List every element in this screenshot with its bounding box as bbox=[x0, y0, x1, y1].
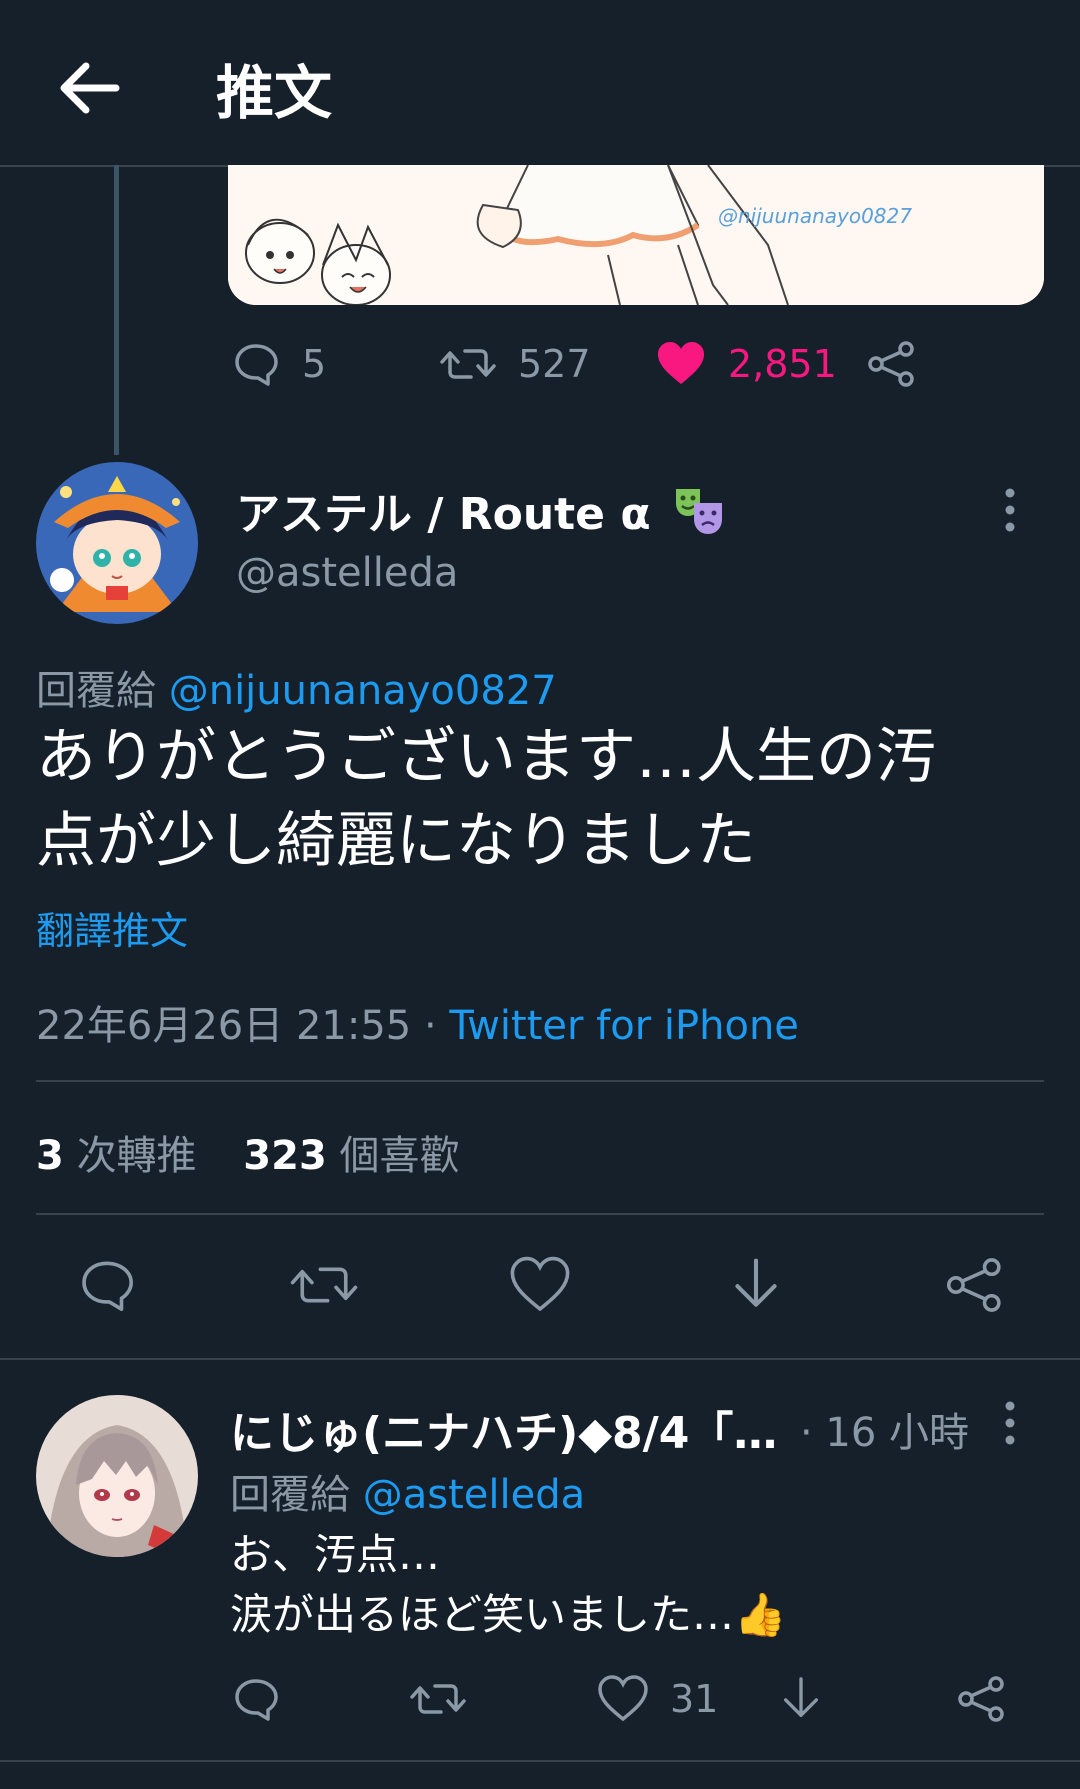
reply-tweet-text: お、汚点… 涙が出るほど笑いました…👍 bbox=[230, 1525, 786, 1645]
parent-share-button[interactable] bbox=[866, 340, 940, 388]
tweet-text-line: ありがとうございます…人生の汚 bbox=[36, 722, 936, 792]
back-button[interactable] bbox=[50, 48, 130, 128]
reply-to-label: 回覆給 bbox=[36, 668, 156, 714]
like-label: 個喜歡 bbox=[339, 1133, 460, 1179]
reply-button[interactable] bbox=[78, 1256, 136, 1318]
tweet-metadata: 22年6月26日 21:55 · Twitter for iPhone bbox=[36, 993, 799, 1051]
author-name-text: アステル / Route α bbox=[236, 489, 651, 540]
theater-masks-icon bbox=[675, 489, 722, 534]
reply-author-name[interactable]: にじゅ(ニナハチ)◆8/4「… bbox=[230, 1397, 777, 1461]
tweet-action-bar bbox=[0, 1250, 1080, 1320]
parent-reply-button[interactable]: 5 bbox=[232, 340, 326, 388]
author-display-name[interactable]: アステル / Route α bbox=[236, 478, 726, 542]
reply-reply-button[interactable] bbox=[232, 1675, 302, 1723]
tweet-source-link[interactable]: Twitter for iPhone bbox=[449, 1003, 799, 1049]
parent-retweet-count: 527 bbox=[518, 342, 591, 386]
parent-tweet-image[interactable]: @nijuunanayo0827 bbox=[228, 165, 1044, 305]
retweet-icon bbox=[290, 1267, 358, 1303]
translate-tweet-link[interactable]: 翻譯推文 bbox=[36, 900, 188, 955]
share-icon bbox=[868, 341, 914, 387]
comment-icon bbox=[235, 1679, 278, 1721]
retweet-icon bbox=[410, 1684, 466, 1714]
reply-like-count: 31 bbox=[670, 1677, 719, 1721]
arrow-down-tray-icon bbox=[783, 1677, 819, 1717]
meta-separator: · bbox=[411, 1003, 450, 1049]
author-handle[interactable]: @astelleda bbox=[236, 550, 458, 596]
parent-like-button[interactable]: 2,851 bbox=[656, 340, 837, 388]
parent-retweet-button[interactable]: 527 bbox=[440, 340, 591, 388]
engagement-stats: 3 次轉推 323 個喜歡 bbox=[36, 1123, 460, 1181]
reply-more-button[interactable] bbox=[1000, 1400, 1020, 1450]
divider bbox=[36, 1213, 1044, 1215]
reply-to-handle-link[interactable]: @astelleda bbox=[363, 1472, 585, 1518]
reply-to-line: 回覆給 @nijuunanayo0827 bbox=[36, 658, 557, 716]
like-stat[interactable]: 323 個喜歡 bbox=[243, 1133, 459, 1179]
more-vertical-icon bbox=[1005, 488, 1015, 532]
arrow-left-icon bbox=[60, 62, 120, 114]
share-button[interactable] bbox=[944, 1256, 1006, 1318]
retweet-stat[interactable]: 3 次轉推 bbox=[36, 1133, 197, 1179]
reply-to-label: 回覆給 bbox=[230, 1472, 350, 1518]
avatar-illustration bbox=[36, 1395, 198, 1557]
arrow-down-tray-icon bbox=[735, 1258, 777, 1307]
reply-text-line: お、汚点… bbox=[230, 1530, 441, 1579]
reply-to-handle-link[interactable]: @nijuunanayo0827 bbox=[169, 668, 557, 714]
retweet-icon bbox=[440, 349, 496, 379]
reply-share-button[interactable] bbox=[956, 1675, 1030, 1723]
top-app-bar: 推文 bbox=[0, 0, 1080, 167]
tweet-timestamp[interactable]: 22年6月26日 21:55 bbox=[36, 1003, 411, 1049]
tweet-more-button[interactable] bbox=[1000, 487, 1020, 537]
share-icon bbox=[946, 1258, 1001, 1312]
more-vertical-icon bbox=[1005, 1401, 1015, 1445]
heart-icon bbox=[510, 1256, 570, 1312]
divider bbox=[0, 1760, 1080, 1762]
reply-like-button[interactable]: 31 bbox=[598, 1675, 718, 1723]
reply-timestamp: · 16 小時 bbox=[800, 1410, 970, 1456]
sketch-illustration: @nijuunanayo0827 bbox=[228, 165, 1044, 305]
retweet-label: 次轉推 bbox=[76, 1133, 197, 1179]
reply-author-avatar[interactable] bbox=[36, 1395, 198, 1557]
like-count: 323 bbox=[243, 1133, 327, 1179]
heart-icon bbox=[598, 1675, 648, 1722]
divider bbox=[36, 1080, 1044, 1082]
comment-icon bbox=[82, 1261, 133, 1311]
retweet-button[interactable] bbox=[290, 1256, 358, 1318]
divider bbox=[0, 1358, 1080, 1360]
author-avatar[interactable] bbox=[36, 462, 198, 624]
retweet-count: 3 bbox=[36, 1133, 64, 1179]
avatar-illustration bbox=[36, 462, 198, 624]
bookmark-download-button[interactable] bbox=[728, 1256, 784, 1318]
image-watermark: @nijuunanayo0827 bbox=[718, 204, 912, 228]
tweet-text-line: 点が少し綺麗になりました bbox=[36, 806, 756, 876]
thread-connector-line bbox=[114, 165, 119, 455]
heart-filled-icon bbox=[658, 342, 704, 384]
reply-bookmark-button[interactable] bbox=[778, 1675, 846, 1723]
reply-text-line: 涙が出るほど笑いました…👍 bbox=[230, 1590, 787, 1639]
page-title: 推文 bbox=[216, 59, 333, 127]
parent-reply-count: 5 bbox=[302, 342, 327, 386]
reply-to-line: 回覆給 @astelleda bbox=[230, 1462, 585, 1520]
parent-like-count: 2,851 bbox=[728, 342, 837, 386]
like-button[interactable] bbox=[510, 1256, 570, 1318]
comment-icon bbox=[235, 344, 278, 386]
share-icon bbox=[958, 1676, 1004, 1722]
reply-retweet-button[interactable] bbox=[410, 1675, 488, 1723]
tweet-text: ありがとうございます…人生の汚 点が少し綺麗になりました bbox=[36, 715, 1046, 883]
